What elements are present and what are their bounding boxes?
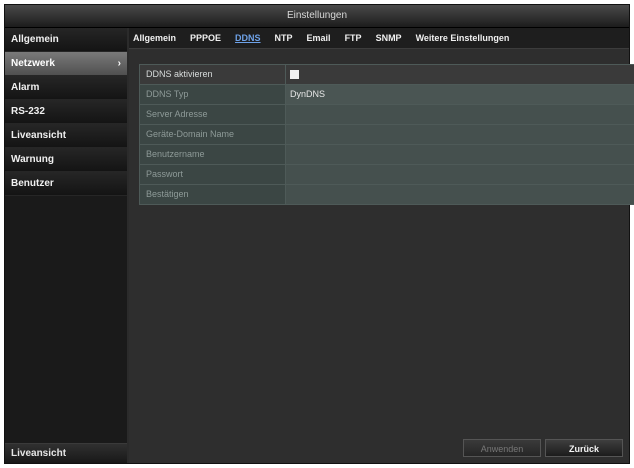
back-button[interactable]: Zurück	[545, 439, 623, 457]
device-domain-label: Geräte-Domain Name	[140, 125, 286, 144]
sidebar-item-warnung[interactable]: Warnung	[5, 148, 127, 172]
chevron-right-icon: ›	[117, 58, 121, 69]
sidebar-item-alarm[interactable]: Alarm	[5, 76, 127, 100]
tab-bar: Allgemein PPPOE DDNS NTP Email FTP SNMP …	[129, 28, 629, 49]
sidebar-item-label: Netzwerk	[11, 58, 55, 69]
tab-pppoe[interactable]: PPPOE	[190, 33, 221, 43]
ddns-form: DDNS aktivieren DDNS Typ DynDNS Server A…	[139, 64, 634, 205]
username-field[interactable]	[286, 145, 634, 164]
ddns-enable-row: DDNS aktivieren	[140, 65, 634, 85]
password-row: Passwort	[140, 165, 634, 185]
sidebar-item-rs232[interactable]: RS-232	[5, 100, 127, 124]
sidebar: Allgemein Netzwerk › Alarm RS-232 Liveans…	[5, 28, 127, 463]
tab-ntp[interactable]: NTP	[275, 33, 293, 43]
ddns-type-select[interactable]: DynDNS	[286, 85, 634, 104]
sidebar-item-label: Warnung	[11, 154, 54, 165]
confirm-label: Bestätigen	[140, 185, 286, 204]
device-domain-row: Geräte-Domain Name	[140, 125, 634, 145]
username-row: Benutzername	[140, 145, 634, 165]
password-field[interactable]	[286, 165, 634, 184]
username-label: Benutzername	[140, 145, 286, 164]
password-label: Passwort	[140, 165, 286, 184]
ddns-enable-label: DDNS aktivieren	[140, 65, 286, 84]
settings-window: Einstellungen Allgemein Netzwerk › Alarm …	[4, 4, 634, 464]
tab-ftp[interactable]: FTP	[345, 33, 362, 43]
tab-allgemein[interactable]: Allgemein	[133, 33, 176, 43]
server-address-label: Server Adresse	[140, 105, 286, 124]
window-title: Einstellungen	[5, 5, 629, 28]
tab-snmp[interactable]: SNMP	[376, 33, 402, 43]
sidebar-item-label: Allgemein	[11, 34, 59, 45]
sidebar-item-netzwerk[interactable]: Netzwerk ›	[5, 52, 127, 76]
apply-button[interactable]: Anwenden	[463, 439, 541, 457]
sidebar-item-label: Benutzer	[11, 178, 54, 189]
ddns-enable-cell	[286, 65, 634, 84]
sidebar-item-liveansicht[interactable]: Liveansicht	[5, 124, 127, 148]
tab-ddns[interactable]: DDNS	[235, 33, 261, 43]
sidebar-item-label: Liveansicht	[11, 130, 67, 141]
device-domain-field[interactable]	[286, 125, 634, 144]
ddns-enable-checkbox[interactable]	[290, 70, 299, 79]
sidebar-item-benutzer[interactable]: Benutzer	[5, 172, 127, 196]
confirm-field[interactable]	[286, 185, 634, 204]
main-panel: Allgemein PPPOE DDNS NTP Email FTP SNMP …	[129, 28, 634, 463]
ddns-type-row: DDNS Typ DynDNS	[140, 85, 634, 105]
tab-email[interactable]: Email	[307, 33, 331, 43]
tab-weitere-einstellungen[interactable]: Weitere Einstellungen	[416, 33, 510, 43]
server-address-field[interactable]	[286, 105, 634, 124]
ddns-type-label: DDNS Typ	[140, 85, 286, 104]
sidebar-item-label: RS-232	[11, 106, 45, 117]
sidebar-item-label: Alarm	[11, 82, 40, 93]
confirm-row: Bestätigen	[140, 185, 634, 204]
sidebar-item-allgemein[interactable]: Allgemein	[5, 28, 127, 52]
server-address-row: Server Adresse	[140, 105, 634, 125]
liveansicht-button[interactable]: Liveansicht	[5, 443, 127, 463]
